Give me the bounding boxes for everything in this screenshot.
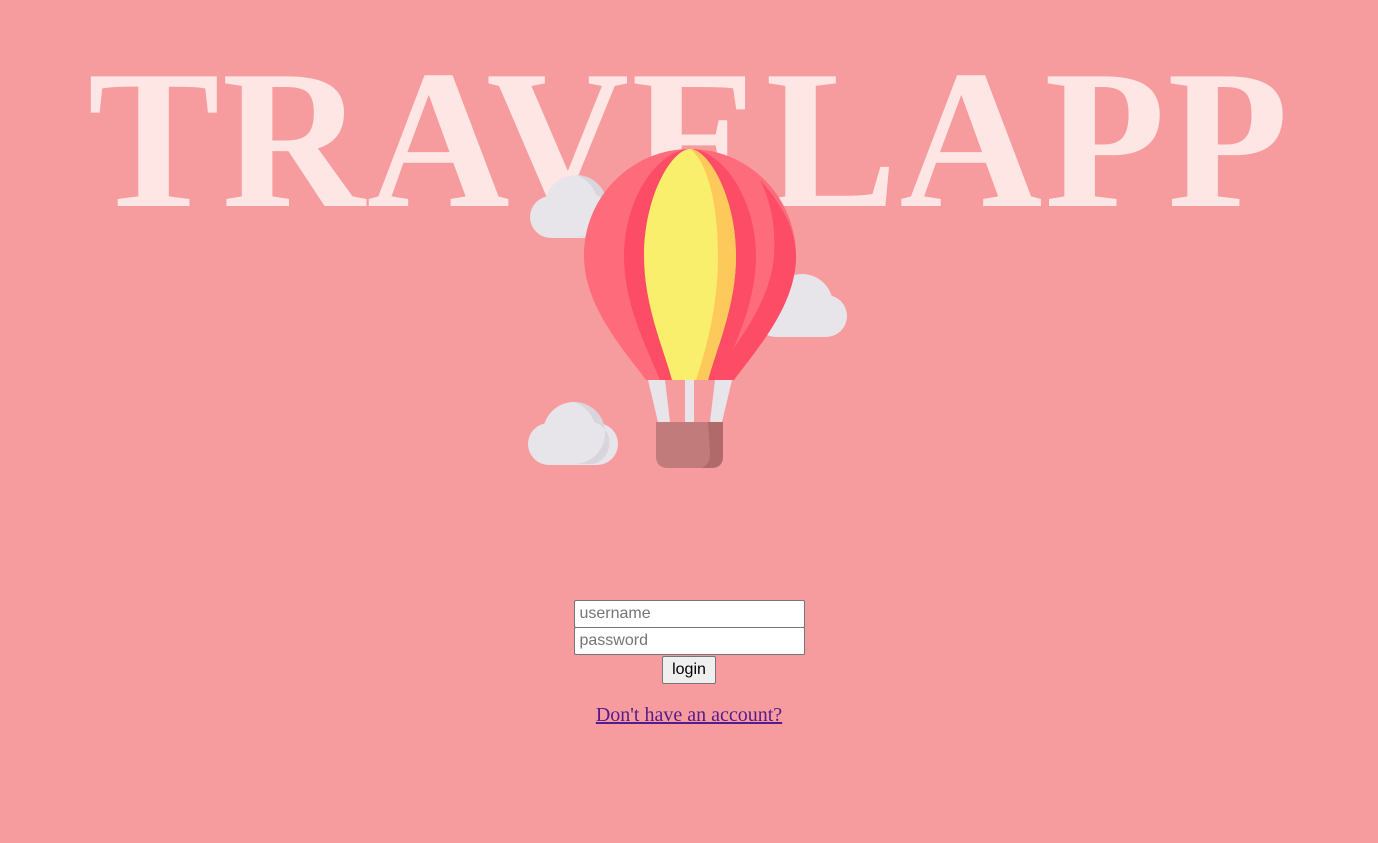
signup-link[interactable]: Don't have an account? [596, 704, 782, 727]
login-button[interactable]: login [662, 656, 716, 684]
username-input[interactable] [573, 600, 805, 628]
login-form: login Don't have an account? [0, 600, 1378, 727]
password-input[interactable] [573, 627, 805, 655]
cloud-icon [528, 402, 618, 465]
login-page: TRAVELAPP login [0, 0, 1378, 843]
hot-air-balloon-icon [528, 149, 847, 468]
